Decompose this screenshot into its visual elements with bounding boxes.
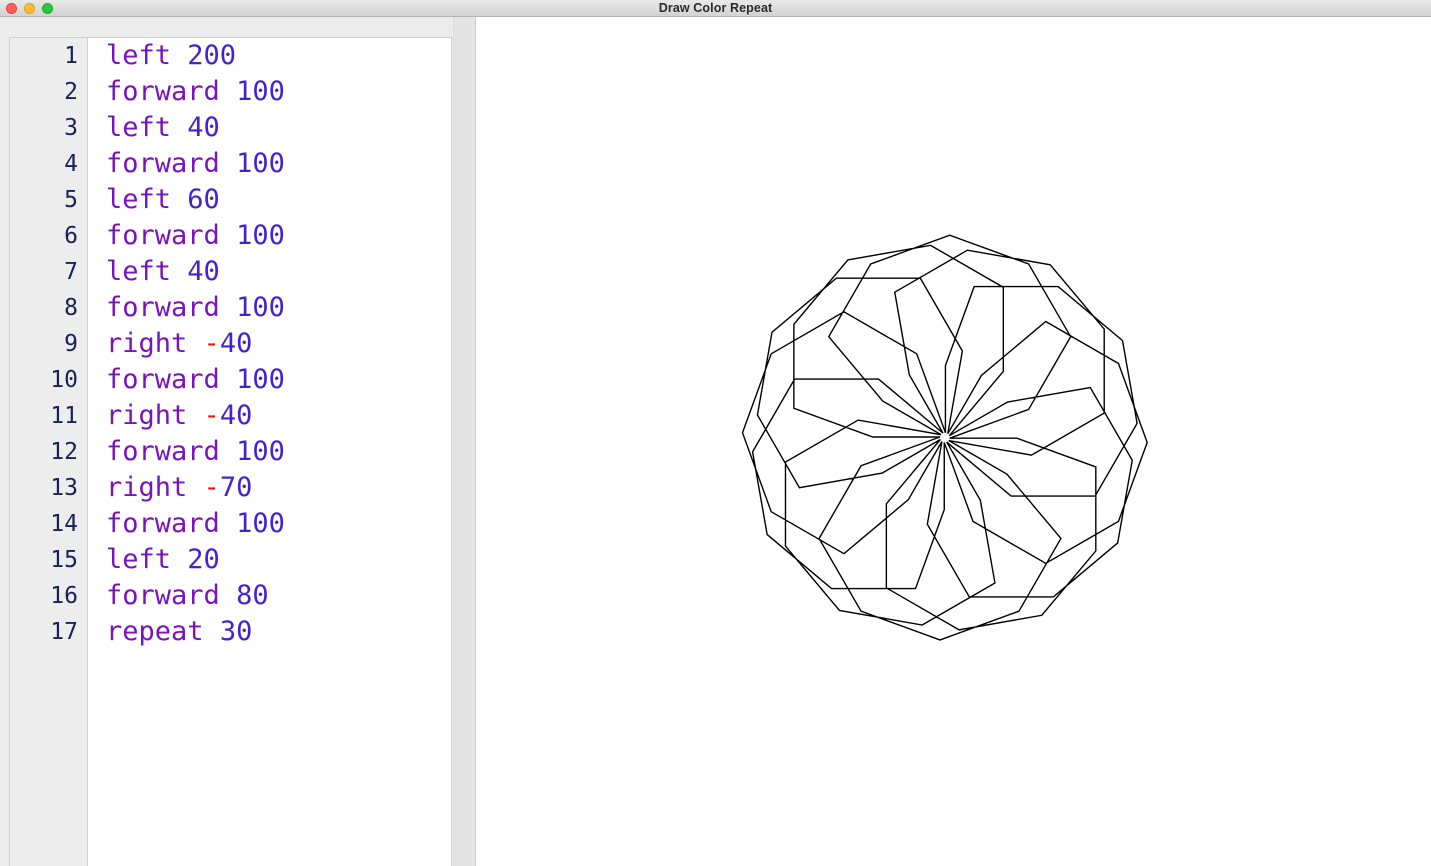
line-number: 12 xyxy=(50,439,78,465)
close-button[interactable] xyxy=(6,3,17,14)
title-bar: Draw Color Repeat xyxy=(0,0,1431,17)
code-number: 100 xyxy=(236,292,285,323)
line-number-gutter: 1 2 3 4 5 6 7 8 9 10 11 12 13 14 15 16 17 xyxy=(10,38,88,866)
code-keyword: forward xyxy=(106,580,220,611)
code-number: 200 xyxy=(187,40,237,71)
line-number: 1 xyxy=(64,43,78,69)
code-keyword: left xyxy=(106,544,172,575)
code-number: 40 xyxy=(219,328,253,359)
code-line[interactable]: left 20 xyxy=(106,542,451,578)
code-keyword: forward xyxy=(106,436,220,467)
app-window: Draw Color Repeat 1 2 3 4 5 6 7 8 9 10 11 12 13 14 15 1… xyxy=(0,0,1431,866)
traffic-light-group xyxy=(6,3,53,14)
code-keyword: left xyxy=(106,112,172,143)
code-editor-pane: 1 2 3 4 5 6 7 8 9 10 11 12 13 14 15 16 17 left 200 forwar… xyxy=(0,17,476,866)
code-keyword: forward xyxy=(106,148,220,179)
code-line[interactable]: forward 100 xyxy=(106,218,451,254)
line-number: 2 xyxy=(64,79,78,105)
code-keyword: repeat xyxy=(106,616,204,647)
code-number: 70 xyxy=(219,472,253,503)
code-keyword: left xyxy=(106,184,172,215)
line-number: 6 xyxy=(64,223,78,249)
code-line[interactable]: forward 100 xyxy=(106,290,451,326)
code-number: 40 xyxy=(187,256,220,287)
code-line[interactable]: forward 80 xyxy=(106,578,451,614)
code-number: 40 xyxy=(219,400,253,431)
code-negative-sign: - xyxy=(203,328,220,359)
code-line[interactable]: forward 100 xyxy=(106,506,451,542)
code-line[interactable]: forward 100 xyxy=(106,362,451,398)
code-keyword: left xyxy=(106,40,172,71)
code-keyword: forward xyxy=(106,364,220,395)
maximize-button[interactable] xyxy=(42,3,53,14)
line-number: 14 xyxy=(50,511,78,537)
code-keyword: left xyxy=(106,256,172,287)
line-number: 9 xyxy=(64,331,78,357)
line-number: 10 xyxy=(50,367,78,393)
code-line[interactable]: left 200 xyxy=(106,38,451,74)
code-number: 80 xyxy=(236,580,269,611)
line-number: 13 xyxy=(50,475,78,501)
code-number: 100 xyxy=(236,436,285,467)
line-number: 16 xyxy=(50,583,78,609)
code-line[interactable]: forward 100 xyxy=(106,434,451,470)
line-number: 7 xyxy=(64,259,78,285)
code-line[interactable]: right -40 xyxy=(106,326,451,362)
code-keyword: forward xyxy=(106,508,220,539)
code-keyword: forward xyxy=(106,292,220,323)
code-number: 20 xyxy=(187,544,220,575)
drawing-canvas-pane xyxy=(476,17,1431,866)
line-number: 5 xyxy=(64,187,78,213)
line-number: 11 xyxy=(50,403,78,429)
code-line[interactable]: left 40 xyxy=(106,110,451,146)
code-keyword: right xyxy=(106,400,188,431)
code-line[interactable]: right -40 xyxy=(106,398,451,434)
editor-vertical-scrollbar[interactable] xyxy=(453,17,475,866)
code-keyword: forward xyxy=(106,220,220,251)
line-number: 17 xyxy=(50,619,78,645)
code-negative-sign: - xyxy=(203,400,220,431)
line-number: 15 xyxy=(50,547,78,573)
code-line[interactable]: left 60 xyxy=(106,182,451,218)
code-number: 100 xyxy=(236,508,285,539)
line-number: 3 xyxy=(64,115,78,141)
code-number: 100 xyxy=(236,76,285,107)
line-number: 4 xyxy=(64,151,78,177)
code-keyword: forward xyxy=(106,76,220,107)
code-keyword: right xyxy=(106,472,188,503)
line-number: 8 xyxy=(64,295,78,321)
code-number: 100 xyxy=(236,364,285,395)
code-negative-sign: - xyxy=(203,472,220,503)
code-number: 100 xyxy=(236,220,285,251)
code-number: 60 xyxy=(187,184,220,215)
code-line[interactable]: right -70 xyxy=(106,470,451,506)
window-title: Draw Color Repeat xyxy=(658,1,773,15)
minimize-button[interactable] xyxy=(24,3,35,14)
code-text-area[interactable]: left 200 forward 100 left 40 forward 100 lef… xyxy=(89,38,451,866)
code-number: 100 xyxy=(236,148,285,179)
code-editor-frame: 1 2 3 4 5 6 7 8 9 10 11 12 13 14 15 16 17 left 200 forwar… xyxy=(9,37,452,866)
code-line[interactable]: repeat 30 xyxy=(106,614,451,650)
turtle-drawing xyxy=(476,17,1431,866)
code-line[interactable]: forward 100 xyxy=(106,74,451,110)
code-line[interactable]: left 40 xyxy=(106,254,451,290)
code-number: 30 xyxy=(219,616,253,647)
code-keyword: right xyxy=(106,328,188,359)
code-line[interactable]: forward 100 xyxy=(106,146,451,182)
code-number: 40 xyxy=(187,112,220,143)
